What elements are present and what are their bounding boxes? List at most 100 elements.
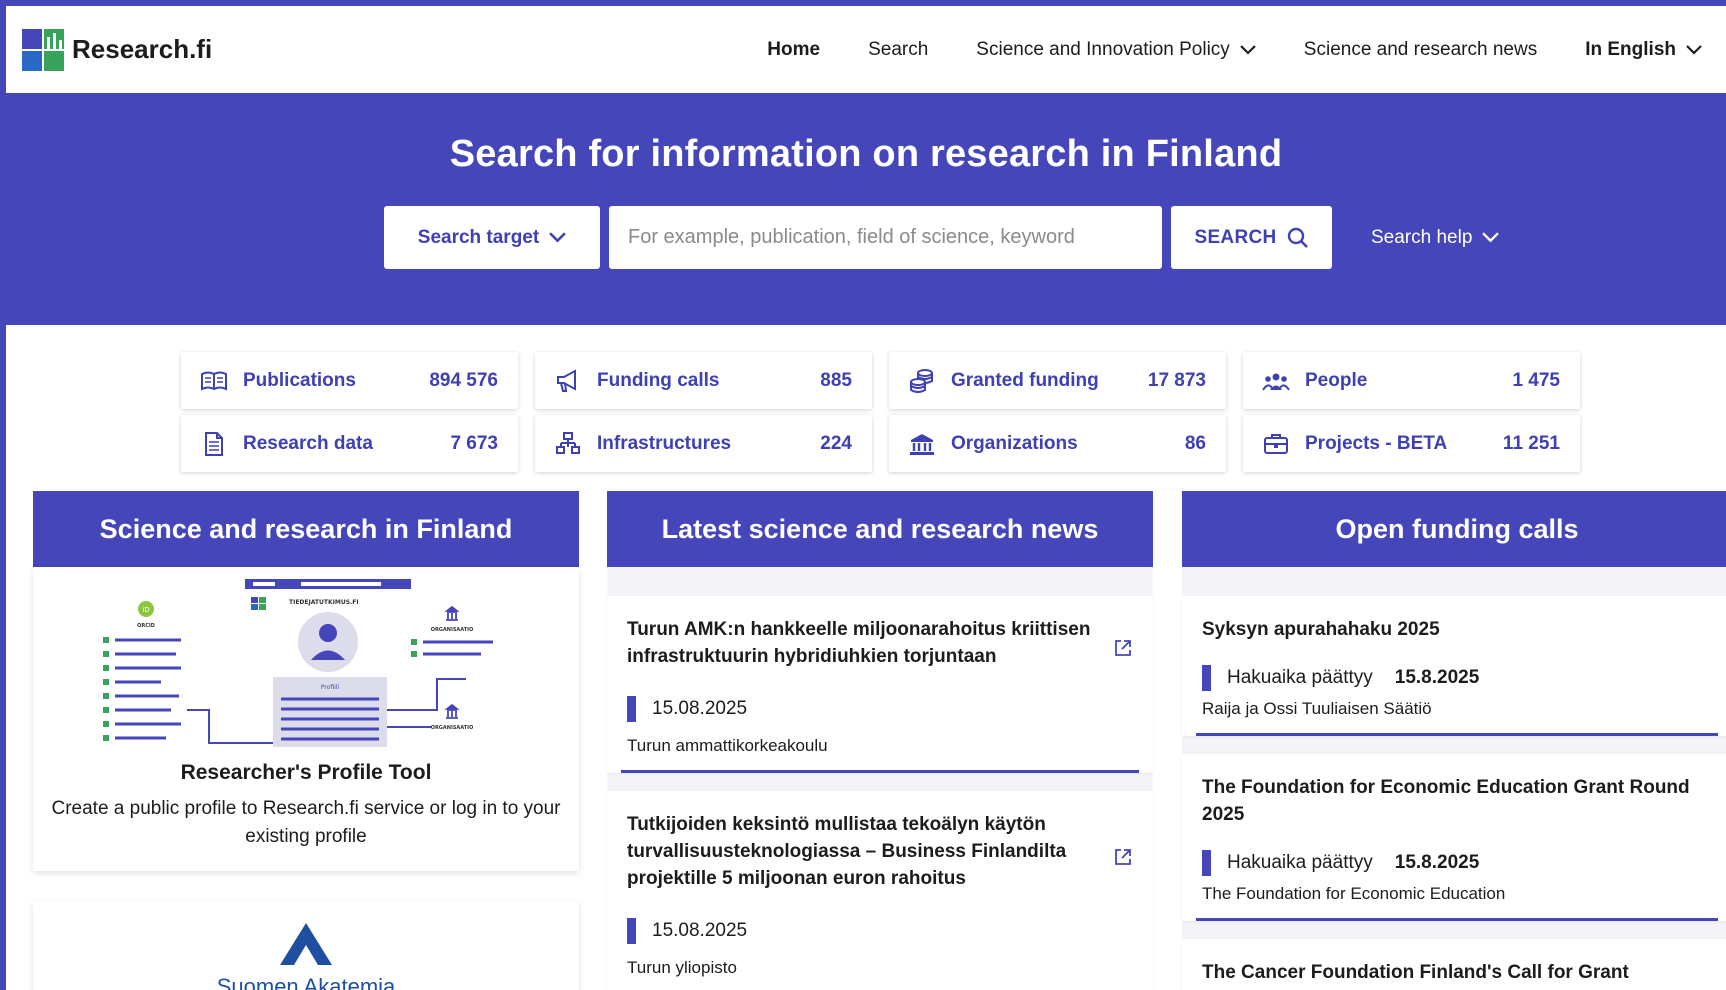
- language-label: In English: [1585, 38, 1676, 60]
- illustration-org-label: ORGANISAATIO: [431, 725, 474, 731]
- stat-value: 885: [820, 369, 852, 391]
- suomen-akatemia-card[interactable]: Suomen Akatemia: [33, 901, 579, 990]
- funding-item[interactable]: The Cancer Foundation Finland's Call for…: [1182, 939, 1726, 990]
- stat-label: Publications: [243, 369, 356, 391]
- nav-search[interactable]: Search: [844, 39, 952, 61]
- stat-value: 894 576: [429, 369, 498, 391]
- divider: [1196, 918, 1718, 921]
- external-link-icon[interactable]: [1113, 847, 1133, 867]
- search-help-toggle[interactable]: Search help: [1371, 226, 1500, 249]
- divider: [1196, 733, 1718, 736]
- stat-label: Research data: [243, 432, 373, 454]
- svg-text:iD: iD: [142, 606, 149, 614]
- funding-list: Syksyn apurahahaku 2025 Hakuaika päättyy…: [1182, 567, 1726, 990]
- science-heading: Science and research in Finland: [33, 491, 579, 567]
- institution-icon: [907, 429, 937, 459]
- deadline-label: Hakuaika päättyy: [1227, 852, 1373, 873]
- chevron-down-icon: [549, 232, 567, 243]
- news-item[interactable]: Tutkijoiden keksintö mullistaa tekoälyn …: [607, 791, 1153, 990]
- stat-value: 17 873: [1147, 369, 1206, 391]
- accent-bar: [1202, 665, 1211, 691]
- funding-column: Open funding calls Syksyn apurahahaku 20…: [1182, 491, 1726, 990]
- stat-value: 11 251: [1502, 432, 1560, 454]
- news-source: Turun ammattikorkeakoulu: [627, 736, 828, 755]
- nav-news[interactable]: Science and research news: [1280, 39, 1561, 61]
- nav-home[interactable]: Home: [743, 39, 844, 61]
- stats-grid: Publications 894 576 Funding calls 885 G…: [181, 352, 1580, 472]
- stat-value: 1 475: [1512, 369, 1560, 391]
- stat-research-data[interactable]: Research data 7 673: [181, 415, 518, 472]
- stat-label: Granted funding: [951, 369, 1099, 391]
- external-link-icon[interactable]: [1113, 638, 1133, 658]
- funding-title[interactable]: Syksyn apurahahaku 2025: [1202, 616, 1712, 643]
- chevron-down-icon: [1482, 232, 1500, 243]
- akatemia-name: Suomen Akatemia: [216, 974, 396, 990]
- logo-mark-icon: [22, 28, 64, 71]
- network-icon: [553, 429, 583, 459]
- deadline-label: Hakuaika päättyy: [1227, 667, 1373, 688]
- funding-item[interactable]: The Foundation for Economic Education Gr…: [1182, 754, 1726, 921]
- akatemia-logo-icon: [280, 923, 332, 965]
- search-button[interactable]: SEARCH: [1171, 206, 1332, 269]
- search-bar: Search target SEARCH Search help: [6, 206, 1726, 269]
- news-heading: Latest science and research news: [607, 491, 1153, 567]
- illustration-orcid-label: ORCID: [137, 623, 155, 629]
- nav-science-policy-label: Science and Innovation Policy: [976, 38, 1230, 60]
- news-date-row: 15.08.2025: [627, 918, 1133, 944]
- divider: [621, 770, 1139, 773]
- illustration-org-label: ORGANISAATIO: [431, 627, 474, 633]
- funding-title[interactable]: The Foundation for Economic Education Gr…: [1202, 774, 1712, 828]
- search-input[interactable]: [609, 206, 1162, 269]
- stat-people[interactable]: People 1 475: [1243, 352, 1580, 409]
- book-icon: [199, 366, 229, 396]
- news-item[interactable]: Turun AMK:n hankkeelle miljoonarahoitus …: [607, 596, 1153, 773]
- science-column: Science and research in Finland TIEDEJAT…: [33, 491, 579, 990]
- deadline-date: 15.8.2025: [1394, 667, 1480, 688]
- deadline-date: 15.8.2025: [1394, 852, 1480, 873]
- news-source: Turun yliopisto: [627, 958, 737, 977]
- logo[interactable]: Research.fi: [22, 28, 212, 71]
- researcher-profile-card[interactable]: TIEDEJATUTKIMUS.FI Profiili iD ORCID ORG…: [33, 567, 579, 871]
- news-list: Turun AMK:n hankkeelle miljoonarahoitus …: [607, 567, 1153, 990]
- news-title[interactable]: Turun AMK:n hankkeelle miljoonarahoitus …: [627, 616, 1133, 670]
- stat-funding-calls[interactable]: Funding calls 885: [535, 352, 872, 409]
- funding-item[interactable]: Syksyn apurahahaku 2025 Hakuaika päättyy…: [1182, 596, 1726, 736]
- search-target-label: Search target: [417, 226, 540, 248]
- funding-deadline-row: Hakuaika päättyy 15.8.2025: [1202, 850, 1712, 876]
- stat-publications[interactable]: Publications 894 576: [181, 352, 518, 409]
- stat-organizations[interactable]: Organizations 86: [889, 415, 1226, 472]
- stat-value: 7 673: [450, 432, 498, 454]
- search-icon: [1287, 227, 1308, 248]
- language-selector[interactable]: In English: [1561, 39, 1726, 61]
- stat-label: Funding calls: [597, 369, 720, 391]
- accent-bar: [627, 918, 636, 944]
- funding-deadline-row: Hakuaika päättyy 15.8.2025: [1202, 665, 1712, 691]
- site-header: Research.fi Home Search Science and Inno…: [6, 6, 1726, 93]
- profile-tool-illustration: TIEDEJATUTKIMUS.FI Profiili iD ORCID ORG…: [103, 579, 493, 747]
- profile-tool-title: Researcher's Profile Tool: [180, 761, 432, 784]
- search-target-button[interactable]: Search target: [384, 206, 600, 269]
- chevron-down-icon: [1240, 44, 1256, 55]
- news-date: 15.08.2025: [652, 920, 748, 941]
- page: Research.fi Home Search Science and Inno…: [6, 6, 1726, 990]
- stat-granted-funding[interactable]: Granted funding 17 873: [889, 352, 1226, 409]
- stat-projects[interactable]: Projects - BETA 11 251: [1243, 415, 1580, 472]
- people-icon: [1261, 366, 1291, 396]
- stat-value: 86: [1184, 432, 1206, 454]
- news-date-row: 15.08.2025: [627, 696, 1133, 722]
- search-help-label: Search help: [1371, 226, 1473, 248]
- news-column: Latest science and research news Turun A…: [607, 491, 1153, 990]
- accent-bar: [627, 696, 636, 722]
- hero-search: Search for information on research in Fi…: [6, 93, 1726, 325]
- news-date: 15.08.2025: [652, 698, 748, 719]
- stat-label: Projects - BETA: [1305, 432, 1448, 454]
- illustration-profile-label: Profiili: [321, 684, 340, 691]
- news-title[interactable]: Tutkijoiden keksintö mullistaa tekoälyn …: [627, 811, 1133, 892]
- megaphone-icon: [553, 366, 583, 396]
- stat-infrastructures[interactable]: Infrastructures 224: [535, 415, 872, 472]
- search-button-label: SEARCH: [1194, 226, 1277, 248]
- funding-title[interactable]: The Cancer Foundation Finland's Call for…: [1202, 959, 1712, 990]
- nav-science-policy[interactable]: Science and Innovation Policy: [952, 39, 1280, 61]
- stat-label: Organizations: [951, 432, 1078, 454]
- illustration-site-label: TIEDEJATUTKIMUS.FI: [289, 599, 359, 606]
